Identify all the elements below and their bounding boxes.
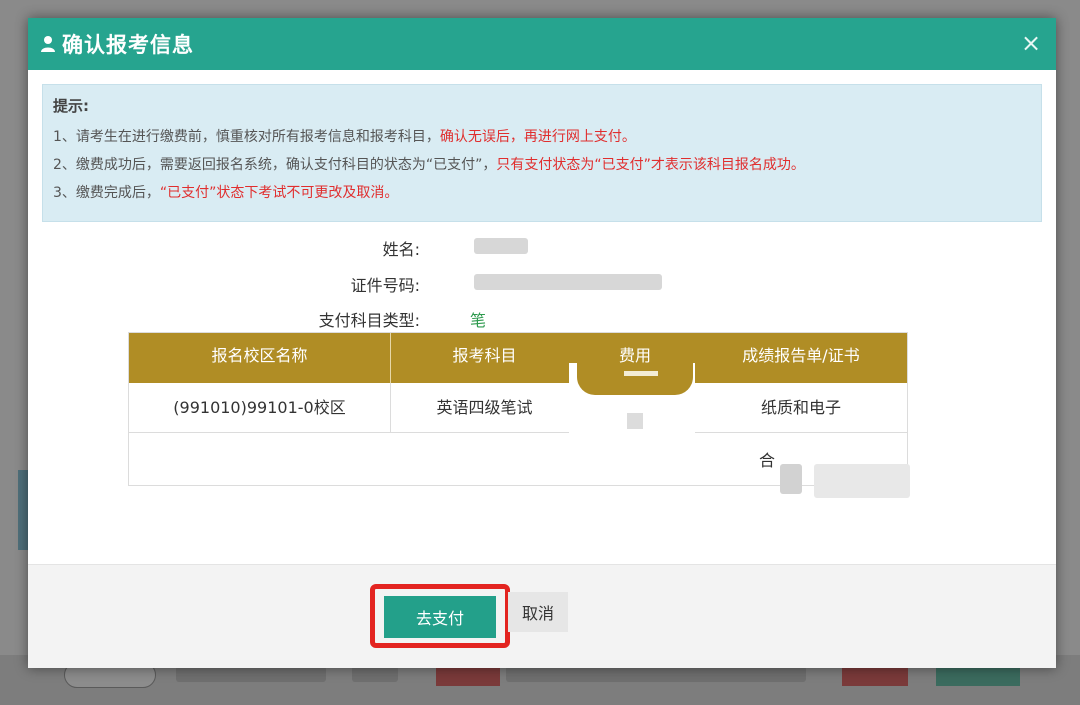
fee-header-redacted — [624, 371, 658, 376]
column-header-certificate: 成绩报告单/证书 — [742, 346, 860, 365]
modal-header: 确认报考信息 × — [28, 18, 1056, 70]
column-header-subject: 报考科目 — [391, 333, 579, 383]
tips-text: 1、请考生在进行缴费前，慎重核对所有报考信息和报考科目， — [53, 129, 440, 145]
subject-type-label: 支付科目类型: — [318, 311, 420, 330]
cell-certificate: 纸质和电子 — [695, 383, 907, 433]
modal-title: 确认报考信息 — [62, 33, 194, 57]
tips-text: 3、缴费完成后， — [53, 185, 160, 201]
name-value-redacted — [474, 238, 528, 254]
tips-line-1: 1、请考生在进行缴费前，慎重核对所有报考信息和报考科目，确认无误后，再进行网上支… — [53, 123, 1031, 151]
total-value-redacted — [780, 464, 802, 494]
tips-line-3: 3、缴费完成后，“已支付”状态下考试不可更改及取消。 — [53, 179, 1031, 207]
total-label: 合 — [759, 451, 776, 470]
background-text — [352, 666, 398, 682]
close-icon[interactable]: × — [1018, 30, 1044, 56]
tips-warning-text: 确认无误后，再进行网上支付。 — [439, 129, 636, 145]
tips-warning-text: “已支付”状态下考试不可更改及取消。 — [159, 185, 399, 201]
table-header: 报名校区名称 报考科目 成绩报告单/证书 — [129, 333, 907, 383]
tips-warning-text: 只有支付状态为“已支付”才表示该科目报名成功。 — [496, 157, 805, 173]
total-value-redacted — [814, 464, 910, 498]
background-text — [506, 666, 806, 682]
background-side-element — [18, 470, 28, 550]
cell-subject: 英语四级笔试 — [391, 383, 579, 433]
tips-text: 2、缴费成功后，需要返回报名系统，确认支付科目的状态为“已支付”， — [53, 157, 497, 173]
id-number-label: 证件号码: — [350, 276, 420, 295]
pay-button[interactable]: 去支付 — [384, 596, 496, 638]
tips-title: 提示: — [53, 97, 89, 115]
tips-line-2: 2、缴费成功后，需要返回报名系统，确认支付科目的状态为“已支付”，只有支付状态为… — [53, 151, 1031, 179]
cell-campus: (991010)99101-0校区 — [129, 383, 391, 433]
fee-table: 报名校区名称 报考科目 成绩报告单/证书 (991010)99101-0校区 英… — [128, 332, 908, 486]
confirm-registration-modal: 确认报考信息 × 提示: 1、请考生在进行缴费前，慎重核对所有报考信息和报考科目… — [28, 18, 1056, 668]
name-label: 姓名: — [382, 240, 420, 259]
column-header-campus: 报名校区名称 — [129, 333, 391, 383]
user-icon — [41, 36, 55, 52]
fee-value-redacted — [627, 413, 643, 429]
cancel-button[interactable]: 取消 — [508, 592, 568, 632]
tips-panel: 提示: 1、请考生在进行缴费前，慎重核对所有报考信息和报考科目，确认无误后，再进… — [42, 84, 1042, 222]
id-number-value-redacted — [474, 274, 662, 290]
background-text — [176, 666, 326, 682]
